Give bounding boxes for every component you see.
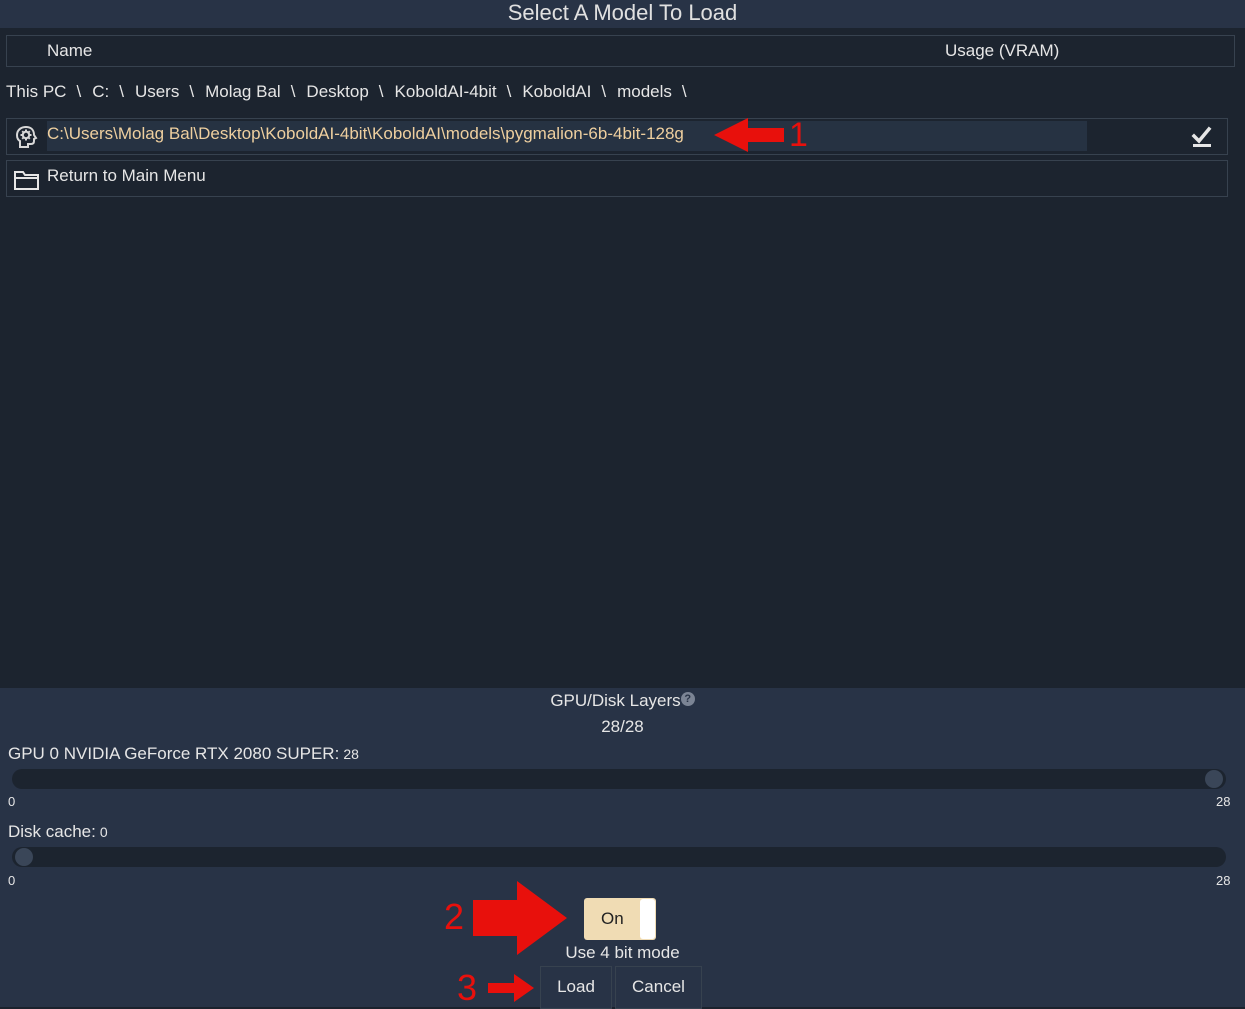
breadcrumb-c-drive[interactable]: C: (92, 82, 109, 101)
annotation-number-3: 3 (457, 967, 478, 1008)
layers-title-text: GPU/Disk Layers (550, 691, 681, 710)
breadcrumb-this-pc[interactable]: This PC (6, 82, 66, 101)
disk-slider-thumb[interactable] (15, 848, 33, 866)
gpu-slider-thumb[interactable] (1205, 770, 1223, 788)
dialog-title: Select A Model To Load (0, 0, 1245, 28)
gpu-slider-label: GPU 0 NVIDIA GeForce RTX 2080 SUPER: 28 (8, 744, 359, 764)
layers-panel: GPU/Disk Layers? 28/28 GPU 0 NVIDIA GeFo… (0, 688, 1245, 1009)
cancel-button[interactable]: Cancel (615, 966, 702, 1009)
annotation-number-2: 2 (444, 896, 465, 937)
disk-value: 0 (99, 824, 108, 840)
gpu-value: 28 (343, 746, 359, 762)
breadcrumb-koboldai-4bit[interactable]: KoboldAI-4bit (395, 82, 497, 101)
disk-cache-slider[interactable] (12, 847, 1226, 867)
breadcrumb-separator: \ (189, 82, 195, 101)
column-header: Name Usage (VRAM) (6, 35, 1235, 67)
four-bit-toggle[interactable]: On (584, 898, 656, 940)
breadcrumb-separator: \ (378, 82, 384, 101)
brain-gear-icon (13, 124, 39, 150)
toggle-label: On (601, 909, 624, 928)
annotation-number-1: 1 (789, 116, 808, 154)
breadcrumb-separator: \ (506, 82, 512, 101)
breadcrumb-separator: \ (601, 82, 607, 101)
return-to-main-menu-row[interactable]: Return to Main Menu (6, 160, 1228, 197)
model-load-dialog: Select A Model To Load Name Usage (VRAM)… (0, 0, 1245, 1009)
breadcrumb-separator: \ (76, 82, 82, 101)
disk-slider-label: Disk cache: 0 (8, 822, 108, 842)
breadcrumb-separator: \ (290, 82, 296, 101)
four-bit-caption: Use 4 bit mode (565, 943, 680, 962)
toggle-knob (640, 899, 655, 939)
column-usage: Usage (VRAM) (945, 41, 1060, 60)
disk-slider-min: 0 (8, 873, 16, 888)
breadcrumb-koboldai[interactable]: KoboldAI (522, 82, 591, 101)
load-button[interactable]: Load (540, 966, 612, 1009)
folder-icon (13, 166, 39, 192)
model-row[interactable]: C:\Users\Molag Bal\Desktop\KoboldAI-4bit… (6, 118, 1228, 155)
return-label: Return to Main Menu (47, 166, 206, 185)
layers-title: GPU/Disk Layers? (0, 691, 1245, 711)
annotation-arrow-right-large (473, 881, 567, 955)
gpu-slider-min: 0 (8, 794, 16, 809)
disk-label: Disk cache: (8, 822, 96, 841)
gpu-slider-max: 28 (1216, 794, 1231, 809)
gpu-layers-slider[interactable] (12, 769, 1226, 789)
layers-count: 28/28 (601, 717, 644, 736)
breadcrumb-users[interactable]: Users (135, 82, 179, 101)
column-name: Name (47, 41, 93, 60)
disk-slider-max: 28 (1216, 873, 1231, 888)
check-icon[interactable] (1189, 123, 1215, 149)
breadcrumb-molag-bal[interactable]: Molag Bal (205, 82, 281, 101)
help-icon[interactable]: ? (680, 692, 695, 706)
breadcrumb-separator: \ (119, 82, 124, 101)
breadcrumb-models[interactable]: models (617, 82, 672, 101)
breadcrumb-separator: \ (681, 82, 687, 101)
model-path[interactable]: C:\Users\Molag Bal\Desktop\KoboldAI-4bit… (47, 121, 1087, 151)
annotation-arrow-right-small (488, 974, 534, 1002)
annotation-arrow-left (714, 118, 784, 152)
breadcrumb: This PC \ C: \ Users \ Molag Bal \ Desktop \ Kobol… (6, 82, 698, 102)
breadcrumb-desktop[interactable]: Desktop (306, 82, 368, 101)
gpu-label: GPU 0 NVIDIA GeForce RTX 2080 SUPER: (8, 744, 340, 763)
